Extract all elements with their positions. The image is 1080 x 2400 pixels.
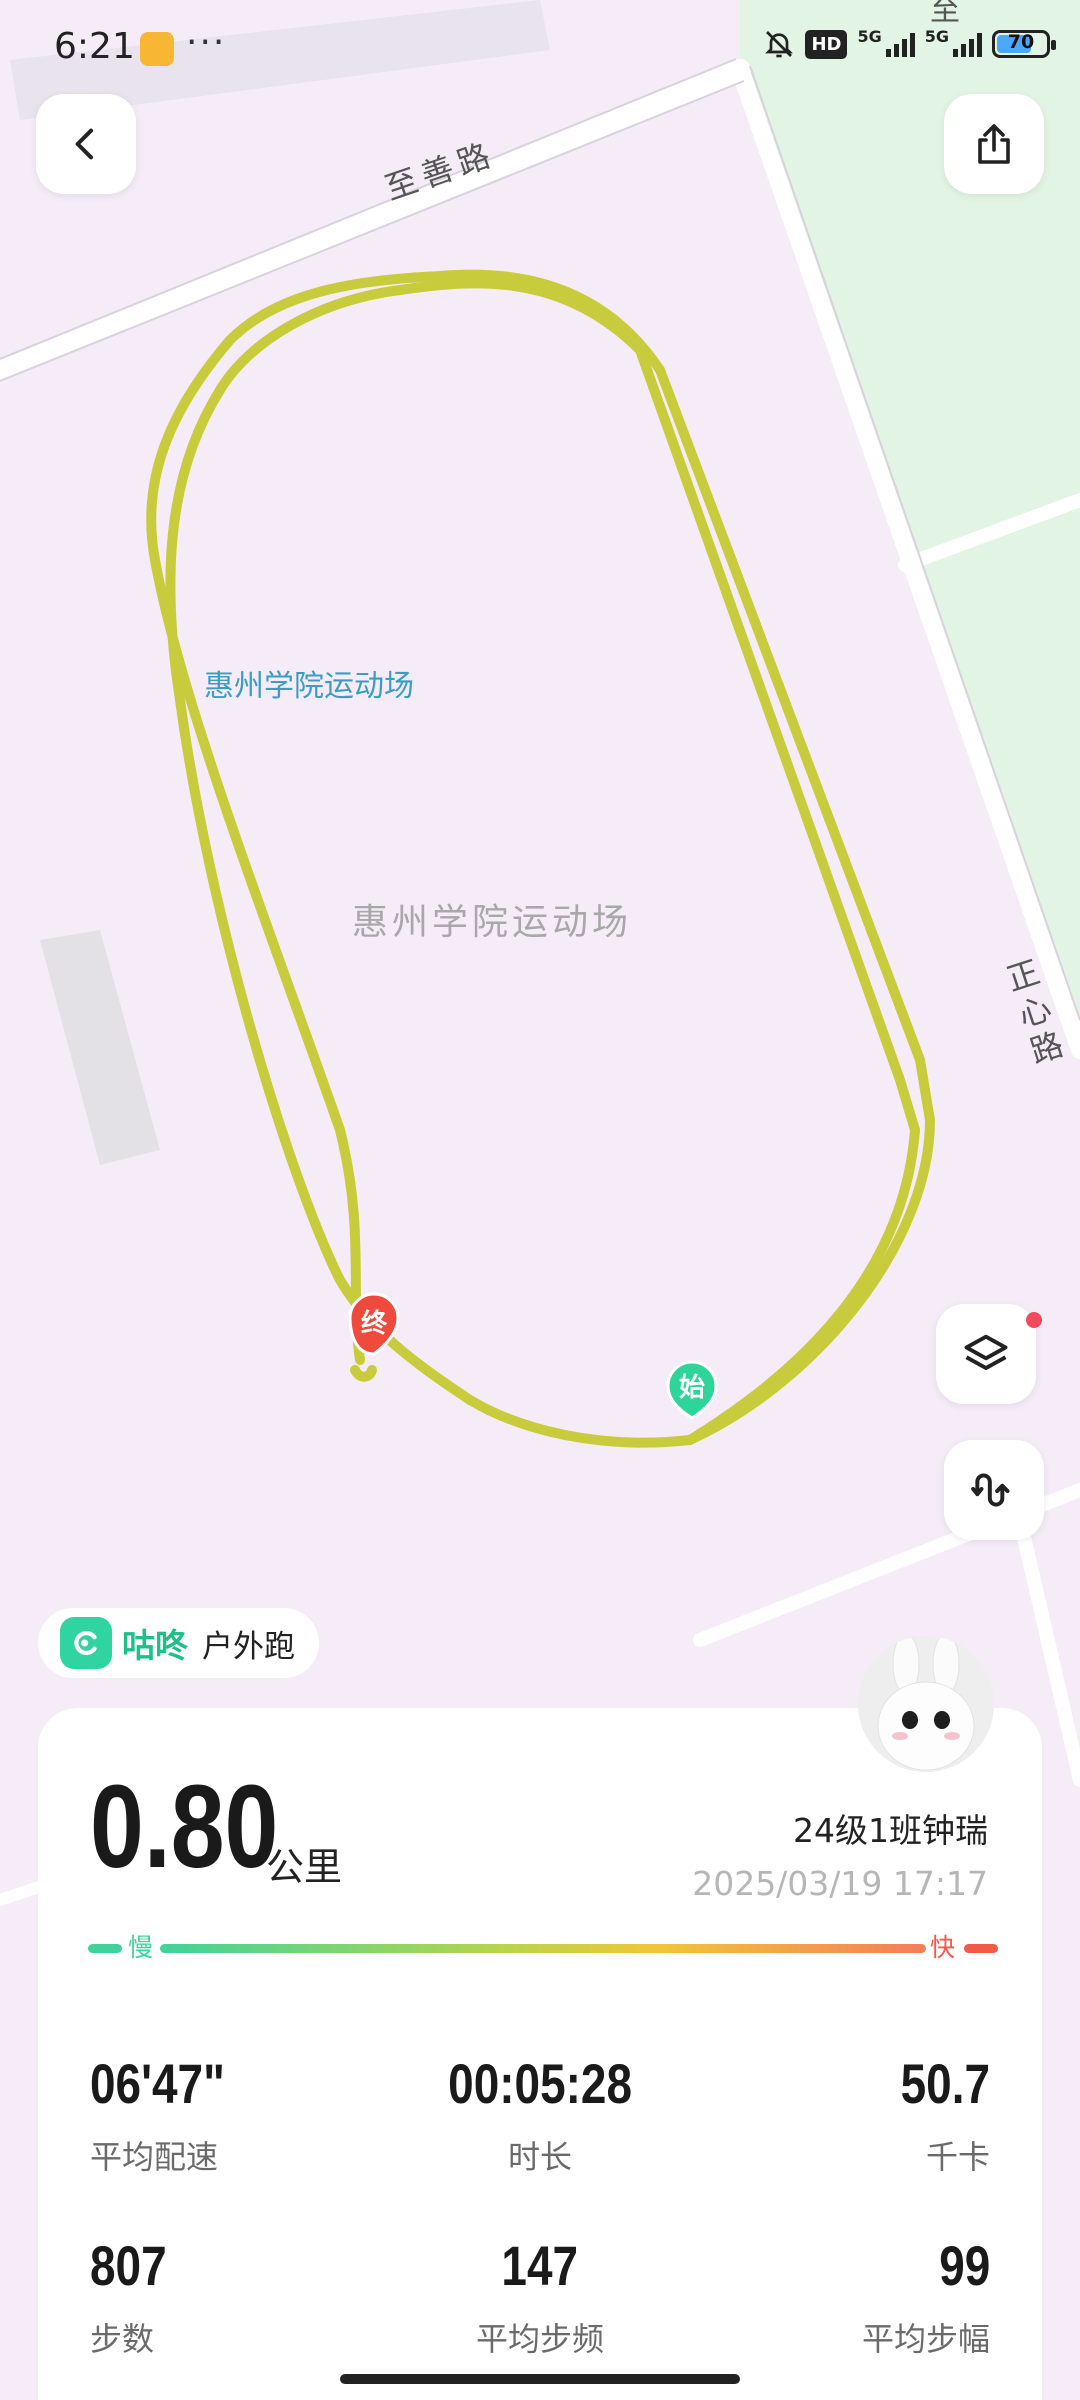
status-time: 6:21 (54, 26, 135, 67)
stat-label: 平均步频 (475, 2320, 604, 2358)
status-bar: 6:21 ··· HD 5G 5G 70 (0, 0, 1080, 100)
more-notifications-icon: ··· (186, 22, 227, 63)
chevron-left-icon (75, 128, 93, 160)
stat-avg-pace: 06'47" 平均配速 (90, 2056, 390, 2178)
workout-mode: 户外跑 (202, 1628, 295, 1665)
back-button[interactable] (36, 94, 136, 194)
stat-duration: 00:05:28 时长 (390, 2056, 690, 2178)
notification-app-icon (140, 32, 174, 66)
battery-level: 70 (1007, 31, 1035, 53)
bell-muted-icon (765, 31, 794, 58)
app-source-pill: 咕咚 户外跑 (38, 1608, 319, 1678)
share-icon (978, 124, 1010, 164)
stat-value: 06'47" (90, 2052, 225, 2115)
app-brand: 咕咚 (122, 1626, 188, 1665)
poi-label: 惠州学院运动场 (204, 669, 414, 704)
stat-steps: 807 步数 (90, 2238, 390, 2360)
notification-dot (1026, 1312, 1042, 1328)
hd-voice-badge: HD (805, 29, 848, 59)
stat-value: 807 (90, 2234, 167, 2297)
workout-summary-card: 0.80 公里 24级1班钟瑞 2025/03/19 17:17 慢 快 06'… (38, 1708, 1042, 2400)
stat-stride: 99 平均步幅 (690, 2238, 990, 2360)
stat-calories: 50.7 千卡 (690, 2056, 990, 2178)
home-indicator[interactable] (340, 2374, 740, 2384)
stat-value: 99 (938, 2234, 990, 2297)
route-replay-button[interactable] (944, 1440, 1044, 1540)
stat-cadence: 147 平均步频 (390, 2238, 690, 2360)
network-type-2: 5G (924, 26, 949, 46)
pace-gradient-bar (160, 1944, 926, 1953)
status-icons: HD 5G 5G 70 (763, 26, 1056, 60)
share-button[interactable] (944, 94, 1044, 194)
codoon-logo-icon (60, 1617, 112, 1669)
area-label: 惠州学院运动场 (352, 902, 632, 943)
pace-fast-swatch (964, 1944, 998, 1953)
pace-slow-label: 慢 (128, 1933, 154, 1962)
pace-slow-swatch (88, 1944, 122, 1953)
avatar[interactable] (858, 1636, 994, 1772)
route-icon (971, 1473, 1010, 1507)
pace-legend: 慢 快 (88, 1928, 998, 1968)
stat-label: 平均步幅 (861, 2320, 990, 2358)
bunny-avatar-icon (858, 1636, 994, 1772)
layers-icon (964, 1334, 1008, 1371)
distance-value: 0.80 (90, 1761, 279, 1893)
stat-label: 步数 (90, 2320, 155, 2358)
stat-label: 时长 (507, 2138, 572, 2176)
stat-value: 147 (501, 2234, 579, 2297)
signal-strength-icon (885, 31, 915, 57)
signal-strength-icon-2 (953, 31, 982, 57)
end-marker-label: 终 (361, 1308, 388, 1339)
pace-fast-label: 快 (930, 1933, 956, 1962)
map-layers-button[interactable] (936, 1304, 1036, 1404)
start-marker-label: 始 (679, 1373, 705, 1403)
stat-label: 平均配速 (90, 2138, 219, 2176)
stat-value: 50.7 (900, 2052, 990, 2115)
user-name: 24级1班钟瑞 (793, 1811, 988, 1850)
battery-icon: 70 (992, 30, 1056, 58)
stat-label: 千卡 (925, 2138, 990, 2176)
distance-unit: 公里 (266, 1845, 343, 1889)
network-type-1: 5G (857, 26, 882, 46)
stat-value: 00:05:28 (448, 2052, 632, 2115)
workout-date: 2025/03/19 17:17 (692, 1864, 988, 1903)
